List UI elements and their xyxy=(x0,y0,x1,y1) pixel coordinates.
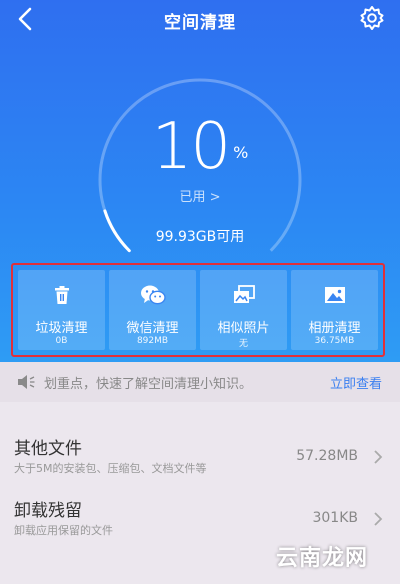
tool-value: 36.75MB xyxy=(314,336,355,346)
usage-percent-value: 10 xyxy=(151,110,231,184)
tool-label: 相似照片 xyxy=(217,321,270,336)
tool-value: 0B xyxy=(55,336,68,346)
list-item-title: 卸载残留 xyxy=(14,501,82,521)
wechat-icon xyxy=(140,285,166,305)
available-space: 99.93GB可用 xyxy=(155,229,245,245)
album-icon xyxy=(324,287,345,303)
usage-percent-unit: % xyxy=(233,143,249,162)
tip-banner: 划重点，快速了解空间清理小知识。 立即查看 xyxy=(0,362,400,402)
chevron-right-icon xyxy=(374,512,383,526)
file-list: 其他文件 大于5M的安装包、压缩包、文档文件等 57.28MB 卸载残留 卸载应… xyxy=(0,420,400,544)
list-item-desc: 卸载应用保留的文件 xyxy=(14,524,113,537)
similar-photos-icon xyxy=(233,285,255,303)
tool-value: 892MB xyxy=(136,336,169,346)
tool-label: 相册清理 xyxy=(308,321,361,336)
tool-album-clean[interactable]: 相册清理 36.75MB xyxy=(291,270,378,350)
tool-label: 微信清理 xyxy=(126,321,179,336)
cleanup-tools: 垃圾清理 0B 微信清理 892MB 相似照片 无 相册清理 36.75MB xyxy=(11,263,385,357)
tool-wechat-clean[interactable]: 微信清理 892MB xyxy=(109,270,196,350)
gear-icon[interactable] xyxy=(358,4,386,32)
list-item-size: 57.28MB xyxy=(296,448,358,464)
tip-text: 划重点，快速了解空间清理小知识。 xyxy=(44,377,253,392)
watermark: 云南龙网 xyxy=(275,546,368,571)
list-item-title: 其他文件 xyxy=(14,439,82,459)
top-bar: 空间清理 xyxy=(0,0,400,40)
used-link[interactable]: 已用 > xyxy=(0,186,400,205)
view-now-link[interactable]: 立即查看 xyxy=(330,373,382,392)
speaker-icon xyxy=(18,375,35,389)
tool-similar-photos[interactable]: 相似照片 无 xyxy=(200,270,287,350)
list-item-size: 301KB xyxy=(312,510,358,526)
tool-junk-clean[interactable]: 垃圾清理 0B xyxy=(18,270,105,350)
trash-icon xyxy=(54,286,69,304)
list-item-uninstall-residue[interactable]: 卸载残留 卸载应用保留的文件 301KB xyxy=(0,482,400,544)
tool-label: 垃圾清理 xyxy=(35,321,88,336)
list-item-other-files[interactable]: 其他文件 大于5M的安装包、压缩包、文档文件等 57.28MB xyxy=(0,420,400,482)
list-item-desc: 大于5M的安装包、压缩包、文档文件等 xyxy=(14,462,207,475)
page-title: 空间清理 xyxy=(164,13,236,33)
tool-value: 无 xyxy=(238,339,248,349)
chevron-right-icon xyxy=(374,450,383,464)
usage-percent: 10% xyxy=(0,110,400,184)
